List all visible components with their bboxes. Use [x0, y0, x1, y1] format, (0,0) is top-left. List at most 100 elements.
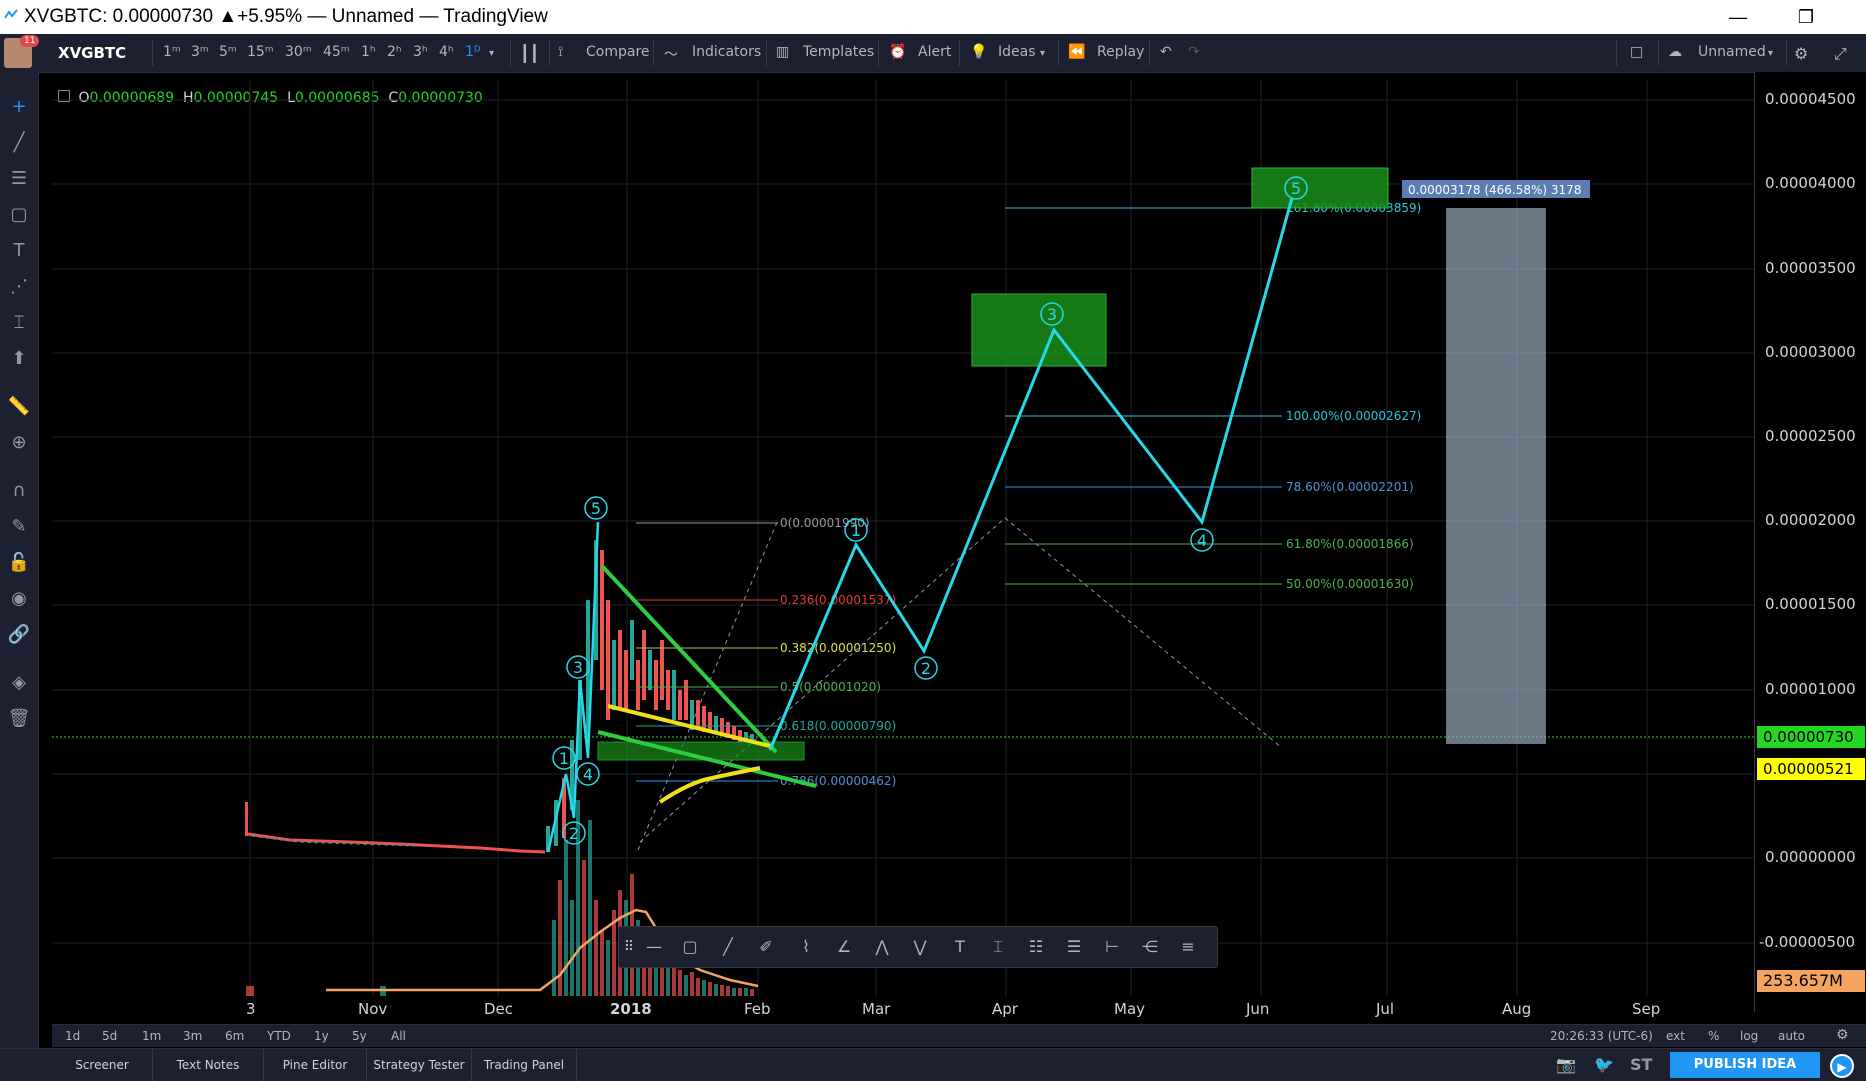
crosshair-icon[interactable]: +	[0, 92, 38, 122]
range-1m[interactable]: 1m	[142, 1029, 161, 1043]
percent-scale-toggle[interactable]: %	[1708, 1029, 1719, 1043]
replay-button[interactable]: Replay	[1097, 44, 1144, 60]
elliott-correction-icon[interactable]: ⋁	[907, 935, 933, 959]
interval-dropdown-chevron-icon[interactable]: ▾	[489, 48, 494, 59]
elliott-impulse-icon[interactable]: ⋀	[869, 935, 895, 959]
rectangle-tool-icon[interactable]: ▢	[677, 935, 703, 959]
interval-3m[interactable]: 3ᵐ	[191, 44, 209, 60]
range-all[interactable]: All	[391, 1029, 406, 1043]
interval-15m[interactable]: 15ᵐ	[247, 44, 274, 60]
ideas-chevron-down-icon[interactable]: ▾	[1040, 48, 1045, 59]
interval-45m[interactable]: 45ᵐ	[323, 44, 350, 60]
tab-pine-editor[interactable]: Pine Editor	[264, 1049, 367, 1081]
fullscreen-toggle-icon[interactable]: □	[1630, 44, 1643, 60]
interval-3h[interactable]: 3ʰ	[413, 44, 428, 60]
clock-timezone[interactable]: 20:26:33 (UTC-6)	[1550, 1029, 1653, 1043]
extended-hours-toggle[interactable]: ext	[1666, 1029, 1685, 1043]
compare-button[interactable]: Compare	[586, 44, 650, 60]
brush-icon[interactable]: ✐	[753, 935, 779, 959]
angle-icon[interactable]: ∠	[831, 935, 857, 959]
time-axis[interactable]: 3 Nov Dec 2018 Feb Mar Apr May Jun Jul A…	[52, 996, 1754, 1026]
twitter-icon[interactable]: 🐦	[1594, 1055, 1614, 1074]
tab-text-notes[interactable]: Text Notes	[153, 1049, 264, 1081]
range-6m[interactable]: 6m	[225, 1029, 244, 1043]
layout-chevron-down-icon[interactable]: ▾	[1768, 48, 1773, 59]
price-range-icon[interactable]: ⌶	[985, 935, 1011, 959]
fib-tool-icon[interactable]: ☷	[1023, 935, 1049, 959]
text-icon[interactable]: T	[0, 236, 38, 266]
bar-style-icon[interactable]: ┃┃	[520, 44, 539, 63]
range-5d[interactable]: 5d	[102, 1029, 117, 1043]
interval-30m[interactable]: 30ᵐ	[285, 44, 312, 60]
pattern-icon[interactable]: ⋰	[0, 272, 38, 302]
undo-icon[interactable]: ↶	[1160, 44, 1172, 60]
fib-fan-icon[interactable]: ⋲	[1137, 935, 1163, 959]
tab-screener[interactable]: Screener	[52, 1049, 153, 1081]
auto-scale-toggle[interactable]: auto	[1778, 1029, 1805, 1043]
layout-name-button[interactable]: Unnamed	[1698, 44, 1766, 60]
range-1d[interactable]: 1d	[65, 1029, 80, 1043]
price-axis[interactable]: 0.00004500 0.00004000 0.00003500 0.00003…	[1754, 72, 1866, 1012]
magnet-icon[interactable]: ∩	[0, 476, 38, 506]
elliott-wave-right	[768, 197, 1294, 751]
minimize-button[interactable]: —	[1710, 0, 1766, 34]
expand-icon[interactable]: ⤢	[1834, 44, 1847, 64]
elliott-abc-icon[interactable]: ⌇	[793, 935, 819, 959]
eye-icon[interactable]: ◉	[0, 584, 38, 614]
trend-line-tool-icon[interactable]: ╱	[715, 935, 741, 959]
trash-icon[interactable]: 🗑	[0, 704, 38, 734]
tab-trading-panel[interactable]: Trading Panel	[472, 1049, 577, 1081]
stocktwits-button[interactable]: ST	[1630, 1055, 1652, 1074]
symbol-search[interactable]: XVGBTC	[58, 44, 126, 62]
toolbar-divider	[152, 40, 153, 66]
play-icon[interactable]: ▶	[1830, 1054, 1854, 1078]
trend-line-icon[interactable]: ╱	[0, 128, 38, 158]
gear-icon[interactable]: ⚙	[1794, 44, 1808, 63]
interval-1d[interactable]: 1ᴰ	[465, 44, 481, 60]
interval-5m[interactable]: 5ᵐ	[219, 44, 237, 60]
layers-icon[interactable]: ◈	[0, 668, 38, 698]
rectangle-icon[interactable]: ▢	[0, 200, 38, 230]
indicators-button[interactable]: Indicators	[692, 44, 761, 60]
range-1y[interactable]: 1y	[314, 1029, 329, 1043]
wave-right-3: 3	[1047, 305, 1057, 324]
alarm-clock-icon: ⏰	[889, 44, 907, 60]
drag-handle-icon[interactable]: ⠿	[621, 935, 637, 959]
date-range-icon[interactable]: ⊢	[1099, 935, 1125, 959]
tab-strategy-tester[interactable]: Strategy Tester	[367, 1049, 472, 1081]
alert-button[interactable]: Alert	[918, 44, 951, 60]
arrow-up-icon[interactable]: ⬆	[0, 344, 38, 374]
lock-icon[interactable]: 🔓	[0, 548, 38, 578]
interval-2h[interactable]: 2ʰ	[387, 44, 402, 60]
fib-retracement-icon[interactable]: ☰	[0, 164, 38, 194]
horizontal-line-icon[interactable]: —	[641, 935, 667, 959]
interval-4h[interactable]: 4ʰ	[439, 44, 454, 60]
publish-idea-button[interactable]: PUBLISH IDEA	[1670, 1052, 1820, 1078]
axis-settings-gear-icon[interactable]: ⚙	[1836, 1027, 1849, 1043]
interval-1h[interactable]: 1ʰ	[361, 44, 376, 60]
restore-button[interactable]: ❐	[1778, 0, 1834, 34]
redo-icon[interactable]: ↷	[1188, 44, 1200, 60]
wave-right-5: 5	[1291, 179, 1301, 198]
templates-button[interactable]: Templates	[803, 44, 874, 60]
toolbar-divider	[959, 40, 960, 66]
range-ytd[interactable]: YTD	[267, 1029, 291, 1043]
interval-1m[interactable]: 1ᵐ	[163, 44, 181, 60]
prediction-icon[interactable]: ⌶	[0, 308, 38, 338]
camera-icon[interactable]: 📷	[1556, 1055, 1576, 1074]
log-scale-toggle[interactable]: log	[1740, 1029, 1758, 1043]
ideas-button[interactable]: Ideas	[998, 44, 1036, 60]
fib-right-labels: 161.80%(0.00003859) 100.00%(0.00002627) …	[1286, 201, 1421, 591]
text-tool-icon[interactable]: T	[947, 935, 973, 959]
fib-extension-icon[interactable]: ☰	[1061, 935, 1087, 959]
zoom-in-icon[interactable]: ⊕	[0, 428, 38, 458]
price-chart[interactable]: 0(0.00001990) 0.236(0.00001537) 0.382(0.…	[52, 80, 1754, 996]
range-5y[interactable]: 5y	[352, 1029, 367, 1043]
range-3m[interactable]: 3m	[183, 1029, 202, 1043]
more-tools-icon[interactable]: ≡	[1175, 935, 1201, 959]
stay-drawing-icon[interactable]: ✎	[0, 512, 38, 542]
time-label: 3	[246, 1000, 256, 1018]
link-icon[interactable]: 🔗	[0, 620, 38, 650]
ruler-icon[interactable]: 📏	[0, 392, 38, 422]
time-label: Jun	[1246, 1000, 1270, 1018]
